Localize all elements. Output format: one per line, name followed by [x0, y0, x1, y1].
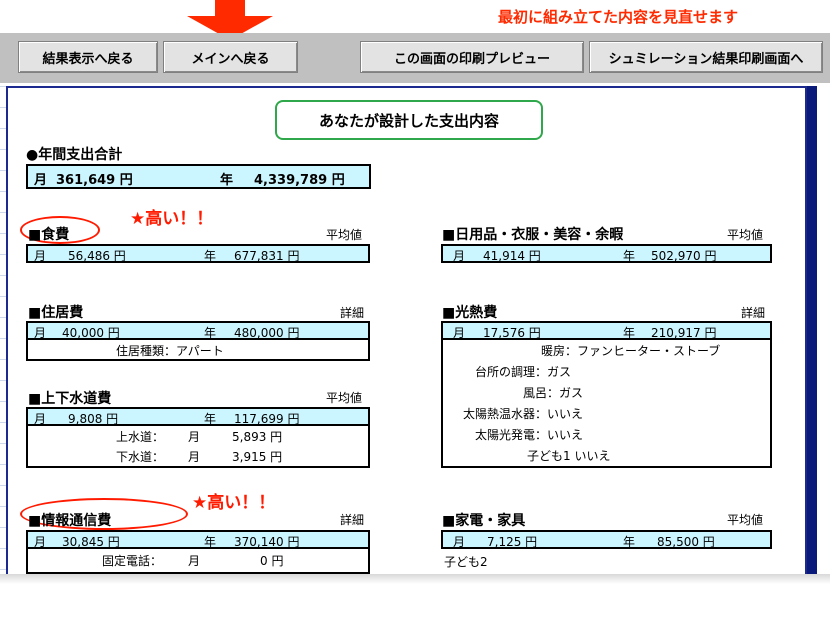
housing-type: 住居種類：アパート: [116, 344, 224, 358]
water-supply-label: 上水道：: [116, 430, 165, 444]
utilities-bath: 風呂：ガス: [523, 386, 584, 400]
utilities-month-value: 17,576 円: [483, 326, 541, 340]
utilities-child: 子ども1 いいえ: [527, 449, 611, 463]
water-heading: ■上下水道費: [28, 391, 112, 407]
callout-info-high: ★高い！！: [192, 493, 276, 513]
food-month-label: 月: [34, 249, 47, 263]
annual-total-row: 月 361,649 円 年 4,339,789 円: [26, 164, 371, 189]
appliances-year-label: 年: [623, 535, 636, 549]
info-comm-detail-box: 固定電話： 月 0 円: [26, 549, 370, 574]
housing-month-value: 40,000 円: [62, 326, 120, 340]
appliances-child-note: 子ども2: [444, 555, 488, 569]
food-year-value: 677,831 円: [234, 249, 300, 263]
info-comm-month-label: 月: [34, 535, 47, 549]
food-note: 平均値: [326, 228, 363, 242]
food-amount-row: 月 56,486 円 年 677,831 円: [26, 244, 370, 263]
utilities-year-label: 年: [623, 326, 636, 340]
report-frame-edge: [807, 86, 817, 574]
food-year-label: 年: [204, 249, 217, 263]
daily-goods-month-label: 月: [453, 249, 466, 263]
housing-month-label: 月: [34, 326, 47, 340]
appliances-heading: ■家電・家具: [442, 513, 526, 529]
back-to-results-button[interactable]: 結果表示へ戻る: [18, 41, 158, 73]
report-title: あなたが設計した支出内容: [275, 100, 543, 140]
landline-month: 月: [188, 554, 201, 568]
utilities-month-label: 月: [453, 326, 466, 340]
info-comm-detail-link[interactable]: 詳細: [340, 511, 364, 528]
housing-heading: ■住居費: [28, 305, 84, 321]
water-month-label: 月: [34, 412, 47, 426]
water-sewer-label: 下水道：: [116, 450, 165, 464]
daily-goods-note: 平均値: [727, 228, 764, 242]
top-annotation-note: 最初に組み立てた内容を見直せます: [498, 8, 739, 26]
water-sewer-month: 月: [188, 450, 201, 464]
housing-year-label: 年: [204, 326, 217, 340]
housing-amount-row: 月 40,000 円 年 480,000 円: [26, 321, 370, 340]
housing-year-value: 480,000 円: [234, 326, 300, 340]
daily-goods-month-value: 41,914 円: [483, 249, 541, 263]
water-year-value: 117,699 円: [234, 412, 300, 426]
utilities-detail-link[interactable]: 詳細: [741, 304, 765, 321]
daily-goods-year-label: 年: [623, 249, 636, 263]
appliances-amount-row: 月 7,125 円 年 85,500 円: [441, 530, 772, 549]
utilities-solar-power: 太陽光発電：いいえ: [475, 428, 584, 442]
water-supply-value: 5,893 円: [232, 430, 283, 444]
info-comm-year-label: 年: [204, 535, 217, 549]
utilities-year-value: 210,917 円: [651, 326, 717, 340]
annual-total-heading: ●年間支出合計: [26, 147, 123, 163]
annual-total-year-label: 年: [220, 173, 234, 188]
utilities-solar-water: 太陽熱温水器：いいえ: [463, 407, 584, 421]
daily-goods-heading: ■日用品・衣服・美容・余暇: [442, 227, 624, 243]
appliances-month-value: 7,125 円: [487, 535, 538, 549]
landline-value: 0 円: [260, 554, 284, 568]
water-amount-row: 月 9,808 円 年 117,699 円: [26, 407, 370, 426]
water-sewer-value: 3,915 円: [232, 450, 283, 464]
utilities-heating: 暖房：ファンヒーター・ストーブ: [541, 344, 721, 358]
water-detail-box: 上水道： 月 5,893 円 下水道： 月 3,915 円: [26, 426, 370, 468]
daily-goods-amount-row: 月 41,914 円 年 502,970 円: [441, 244, 772, 263]
annual-total-month-value: 361,649 円: [56, 173, 133, 188]
annual-total-month-label: 月: [34, 173, 48, 188]
info-comm-year-value: 370,140 円: [234, 535, 300, 549]
utilities-amount-row: 月 17,576 円 年 210,917 円: [441, 321, 772, 340]
info-comm-heading: ■情報通信費: [28, 513, 112, 529]
appliances-month-label: 月: [453, 535, 466, 549]
water-year-label: 年: [204, 412, 217, 426]
water-supply-month: 月: [188, 430, 201, 444]
appliances-year-value: 85,500 円: [657, 535, 715, 549]
utilities-heading: ■光熱費: [442, 305, 498, 321]
food-heading: ■食費: [28, 227, 70, 243]
window-bottom-edge: [0, 574, 830, 584]
utilities-detail-box: 暖房：ファンヒーター・ストーブ 台所の調理：ガス 風呂：ガス 太陽熱温水器：いい…: [441, 340, 772, 468]
info-comm-amount-row: 月 30,845 円 年 370,140 円: [26, 530, 370, 549]
water-note: 平均値: [326, 391, 363, 405]
back-to-main-button[interactable]: メインへ戻る: [163, 41, 298, 73]
annual-total-year-value: 4,339,789 円: [254, 173, 345, 188]
print-results-button[interactable]: シュミレーション結果印刷画面へ: [589, 41, 823, 73]
info-comm-month-value: 30,845 円: [62, 535, 120, 549]
daily-goods-year-value: 502,970 円: [651, 249, 717, 263]
print-preview-button[interactable]: この画面の印刷プレビュー: [360, 41, 584, 73]
housing-detail-box: 住居種類：アパート: [26, 340, 370, 361]
callout-food-high: ★高い！！: [130, 209, 214, 229]
housing-detail-link[interactable]: 詳細: [340, 304, 364, 321]
utilities-kitchen: 台所の調理：ガス: [475, 365, 572, 379]
appliances-note: 平均値: [727, 513, 764, 527]
landline-label: 固定電話：: [102, 554, 163, 568]
food-month-value: 56,486 円: [68, 249, 126, 263]
water-month-value: 9,808 円: [68, 412, 119, 426]
